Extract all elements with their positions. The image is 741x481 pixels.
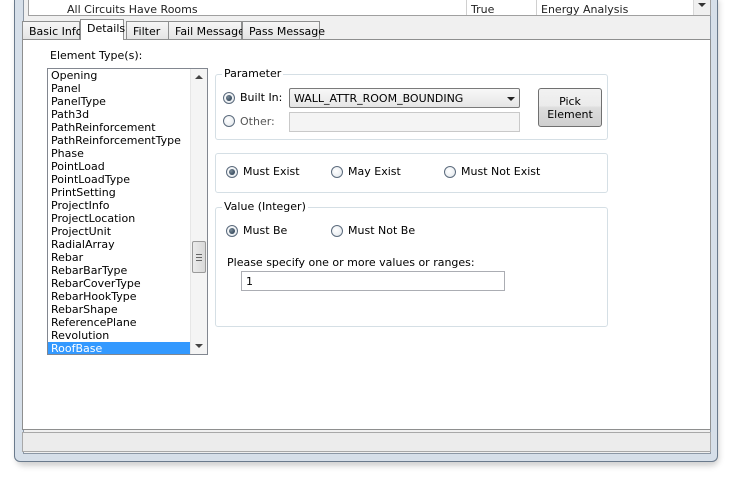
element-type-item[interactable]: ProjectUnit: [48, 225, 192, 238]
grip-line: [196, 260, 202, 261]
element-type-item[interactable]: PointLoadType: [48, 173, 192, 186]
builtin-label: Built In:: [240, 91, 283, 104]
element-types-listbox[interactable]: Opening Panel PanelType Path3d PathReinforce…: [47, 68, 208, 355]
scroll-down-arrow-icon[interactable]: [698, 3, 706, 7]
must-not-exist-label: Must Not Exist: [461, 165, 541, 178]
scroll-thumb[interactable]: [192, 241, 206, 273]
pick-element-label-line2: Element: [547, 108, 593, 121]
rules-list[interactable]: All Circuits Have Rooms True Energy Anal…: [28, 0, 711, 16]
element-type-item[interactable]: PathReinforcement: [48, 121, 192, 134]
pick-element-button[interactable]: Pick Element: [538, 88, 602, 127]
tab-filter[interactable]: Filter: [126, 21, 170, 39]
chevron-down-icon: [507, 97, 515, 101]
must-not-exist-radio[interactable]: [444, 166, 456, 178]
values-prompt: Please specify one or more values or ran…: [227, 256, 475, 269]
value-group: Value (Integer) Must Be Must Not Be Plea…: [215, 200, 608, 327]
pick-element-label-line1: Pick: [559, 95, 581, 108]
tab-fail-message[interactable]: Fail Message: [168, 21, 245, 39]
column-separator: [466, 0, 467, 15]
element-type-item[interactable]: ProjectInfo: [48, 199, 192, 212]
element-type-item[interactable]: PointLoad: [48, 160, 192, 173]
may-exist-label: May Exist: [348, 165, 401, 178]
must-not-be-radio[interactable]: [331, 225, 343, 237]
rules-list-scrollbar[interactable]: [693, 0, 710, 15]
element-type-item[interactable]: Rebar: [48, 251, 192, 264]
status-bar: [22, 432, 711, 452]
rule-category-cell: Energy Analysis: [541, 3, 629, 16]
element-type-item[interactable]: ReferencePlane: [48, 316, 192, 329]
element-types-scrollbar[interactable]: [190, 69, 207, 354]
element-type-item[interactable]: Opening: [48, 69, 192, 82]
other-label: Other:: [240, 115, 275, 128]
must-be-label: Must Be: [243, 224, 288, 237]
scroll-up-icon[interactable]: [191, 69, 207, 86]
scroll-down-icon[interactable]: [191, 337, 207, 354]
builtin-radio[interactable]: [223, 92, 235, 104]
column-separator: [536, 0, 537, 15]
other-radio[interactable]: [223, 115, 235, 127]
element-type-item[interactable]: RebarHookType: [48, 290, 192, 303]
must-be-radio[interactable]: [226, 225, 238, 237]
element-type-item[interactable]: Phase: [48, 147, 192, 160]
element-type-item[interactable]: RebarCoverType: [48, 277, 192, 290]
rules-list-row[interactable]: All Circuits Have Rooms True Energy Anal…: [29, 0, 710, 16]
element-type-item[interactable]: RebarShape: [48, 303, 192, 316]
tab-details[interactable]: Details: [80, 19, 125, 40]
other-parameter-field[interactable]: [289, 112, 520, 132]
element-type-item[interactable]: ProjectLocation: [48, 212, 192, 225]
parameter-group: Parameter Built In: WALL_ATTR_ROOM_BOUND…: [215, 67, 608, 140]
element-types-items: Opening Panel PanelType Path3d PathReinforce…: [48, 69, 192, 354]
element-type-item[interactable]: RoofBase: [48, 342, 192, 354]
element-type-item[interactable]: Revolution: [48, 329, 192, 342]
rule-name-cell: All Circuits Have Rooms: [67, 3, 198, 16]
may-exist-radio[interactable]: [331, 166, 343, 178]
element-type-item[interactable]: PanelType: [48, 95, 192, 108]
element-type-item[interactable]: RadialArray: [48, 238, 192, 251]
tab-pass-message[interactable]: Pass Message: [242, 21, 325, 39]
element-types-label: Element Type(s):: [50, 49, 143, 62]
element-type-item[interactable]: PrintSetting: [48, 186, 192, 199]
tab-basic-info[interactable]: Basic Info: [22, 21, 82, 39]
grip-line: [196, 254, 202, 255]
values-input-text: 1: [246, 275, 253, 288]
value-group-title: Value (Integer): [222, 200, 308, 213]
builtin-parameter-value: WALL_ATTR_ROOM_BOUNDING: [294, 92, 464, 105]
parameter-group-title: Parameter: [222, 67, 284, 80]
element-type-item[interactable]: Panel: [48, 82, 192, 95]
must-not-be-label: Must Not Be: [348, 224, 416, 237]
grip-line: [196, 257, 202, 258]
rule-value-cell: True: [471, 3, 495, 16]
element-type-item[interactable]: PathReinforcementType: [48, 134, 192, 147]
values-input[interactable]: 1: [241, 271, 505, 291]
existence-group: Must Exist May Exist Must Not Exist: [215, 153, 608, 193]
must-exist-label: Must Exist: [243, 165, 300, 178]
must-exist-radio[interactable]: [226, 166, 238, 178]
element-type-item[interactable]: Path3d: [48, 108, 192, 121]
details-tab-page: Element Type(s): Opening Panel PanelType Pa…: [22, 39, 711, 430]
element-type-item[interactable]: RebarBarType: [48, 264, 192, 277]
builtin-parameter-dropdown[interactable]: WALL_ATTR_ROOM_BOUNDING: [289, 88, 520, 108]
